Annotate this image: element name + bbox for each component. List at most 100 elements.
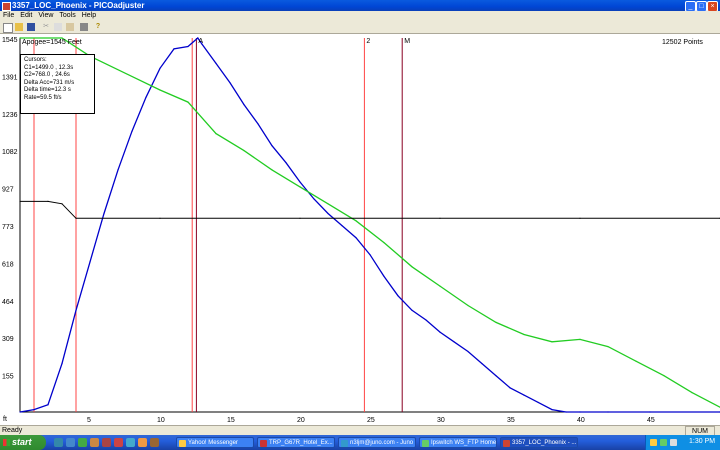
data-point xyxy=(411,266,413,268)
series-line xyxy=(19,37,720,413)
quicklaunch-icon-7[interactable] xyxy=(126,438,135,447)
cursor-c2: C2=768.0 , 24.6s xyxy=(24,72,70,78)
save-icon[interactable] xyxy=(27,23,35,31)
task-picoadjuster[interactable]: 3357_LOC_Phoenix - ... xyxy=(500,437,578,448)
x-tick-label: 10 xyxy=(157,417,165,424)
quicklaunch-icon-5[interactable] xyxy=(102,438,111,447)
data-point xyxy=(607,411,609,413)
data-point xyxy=(299,181,301,183)
window-title: 3357_LOC_Phoenix - PICOadjuster xyxy=(12,1,145,10)
flight-chart[interactable]: 1545 1391 1236 1082 927 773 618 464 309 155 5 10 15 2… xyxy=(0,34,720,425)
cursor-title: Cursors: xyxy=(24,57,47,63)
task-hotel[interactable]: TRP_G67R_Hotel_Ex... xyxy=(257,437,335,448)
x-tick-label: 45 xyxy=(647,417,655,424)
start-button[interactable]: start xyxy=(0,435,46,450)
cursor-marker-label: A xyxy=(198,38,203,45)
email-icon xyxy=(341,440,348,447)
data-point xyxy=(187,101,189,103)
task-label: TRP_G67R_Hotel_Ex... xyxy=(269,440,333,446)
task-yahoo-messenger[interactable]: Yahoo! Messenger xyxy=(176,437,254,448)
y-tick-label: 309 xyxy=(2,336,14,343)
x-tick-label: 20 xyxy=(297,417,305,424)
data-point xyxy=(173,48,175,50)
menu-edit[interactable]: Edit xyxy=(17,11,35,19)
clock: 1:30 PM xyxy=(689,438,716,445)
x-tick-label: 35 xyxy=(507,417,515,424)
data-point xyxy=(355,237,357,239)
menu-bar: File Edit View Tools Help xyxy=(0,11,720,21)
data-point xyxy=(509,387,511,389)
menu-help[interactable]: Help xyxy=(79,11,99,19)
windows-flag-icon xyxy=(3,439,10,446)
data-point xyxy=(327,212,329,215)
data-point xyxy=(243,150,245,152)
tray-icon-1[interactable] xyxy=(650,439,657,446)
app-icon xyxy=(2,2,11,11)
data-point xyxy=(145,96,147,98)
cursor-info-box: Cursors: C1=1499.0 , 12.3s C2=768.0 , 24… xyxy=(20,54,95,114)
document-icon xyxy=(260,440,267,447)
data-point xyxy=(131,130,133,132)
open-icon[interactable] xyxy=(15,23,23,31)
taskbar: start Yahoo! Messenger TRP_G67R_Hotel_Ex… xyxy=(0,435,720,450)
toolbar: ✂ ? xyxy=(0,21,720,34)
menu-file[interactable]: File xyxy=(0,11,17,19)
data-point xyxy=(299,186,301,188)
y-tick-label: 1545 xyxy=(2,37,18,44)
data-point xyxy=(467,350,469,353)
chart-area[interactable]: 1545 1391 1236 1082 927 773 618 464 309 155 5 10 15 2… xyxy=(0,34,720,425)
yahoo-icon xyxy=(179,440,186,447)
menu-view[interactable]: View xyxy=(35,11,56,19)
data-point xyxy=(61,363,63,365)
data-point xyxy=(383,275,385,277)
y-tick-label: 1236 xyxy=(2,112,18,119)
data-point xyxy=(649,411,651,413)
volume-icon[interactable] xyxy=(670,439,677,446)
y-tick-label: 155 xyxy=(2,374,14,381)
quicklaunch-icon-3[interactable] xyxy=(78,438,87,447)
cut-icon: ✂ xyxy=(43,23,49,30)
data-point xyxy=(159,217,161,219)
data-point xyxy=(663,375,665,377)
data-point xyxy=(425,319,427,321)
series-line xyxy=(20,200,720,219)
quicklaunch-icon-4[interactable] xyxy=(90,438,99,447)
print-icon[interactable] xyxy=(80,23,88,31)
quicklaunch-icon-8[interactable] xyxy=(138,438,147,447)
task-label: n3ljm@juno.com - Juno xyxy=(350,440,414,446)
task-ftp[interactable]: Ipswitch WS_FTP Home xyxy=(419,437,497,448)
title-bar: 3357_LOC_Phoenix - PICOadjuster _ □ × xyxy=(0,0,720,12)
data-point xyxy=(453,341,455,343)
data-point xyxy=(271,145,273,147)
data-point xyxy=(355,220,357,222)
x-tick-label: 40 xyxy=(577,417,585,424)
data-point xyxy=(285,162,287,164)
task-label: Yahoo! Messenger xyxy=(188,440,238,446)
data-point xyxy=(523,333,525,336)
ie-icon[interactable] xyxy=(66,438,75,447)
menu-tools[interactable]: Tools xyxy=(56,11,78,19)
tray-icon-2[interactable] xyxy=(660,439,667,446)
data-point xyxy=(551,409,553,411)
data-point xyxy=(565,411,567,413)
quicklaunch-icon-9[interactable] xyxy=(150,438,159,447)
task-juno[interactable]: n3ljm@juno.com - Juno xyxy=(338,437,416,448)
quicklaunch-icon-6[interactable] xyxy=(114,438,123,447)
y-tick-label: 773 xyxy=(2,224,14,231)
data-point xyxy=(397,295,399,297)
data-point xyxy=(257,123,259,125)
data-point xyxy=(61,203,63,205)
y-tick-label: 1082 xyxy=(2,149,18,156)
data-point xyxy=(159,67,161,69)
data-point xyxy=(19,411,21,413)
data-point xyxy=(579,217,581,219)
x-tick-label: 25 xyxy=(367,417,375,424)
help-icon[interactable]: ? xyxy=(94,23,102,31)
task-label: Ipswitch WS_FTP Home xyxy=(431,440,497,446)
cursor-marker-label: M xyxy=(404,38,410,45)
desktop-icon[interactable] xyxy=(54,438,63,447)
y-tick-label: 618 xyxy=(2,261,14,268)
data-point xyxy=(75,309,77,311)
new-icon[interactable] xyxy=(3,23,13,33)
cursor-marker-label: 2 xyxy=(366,38,370,45)
